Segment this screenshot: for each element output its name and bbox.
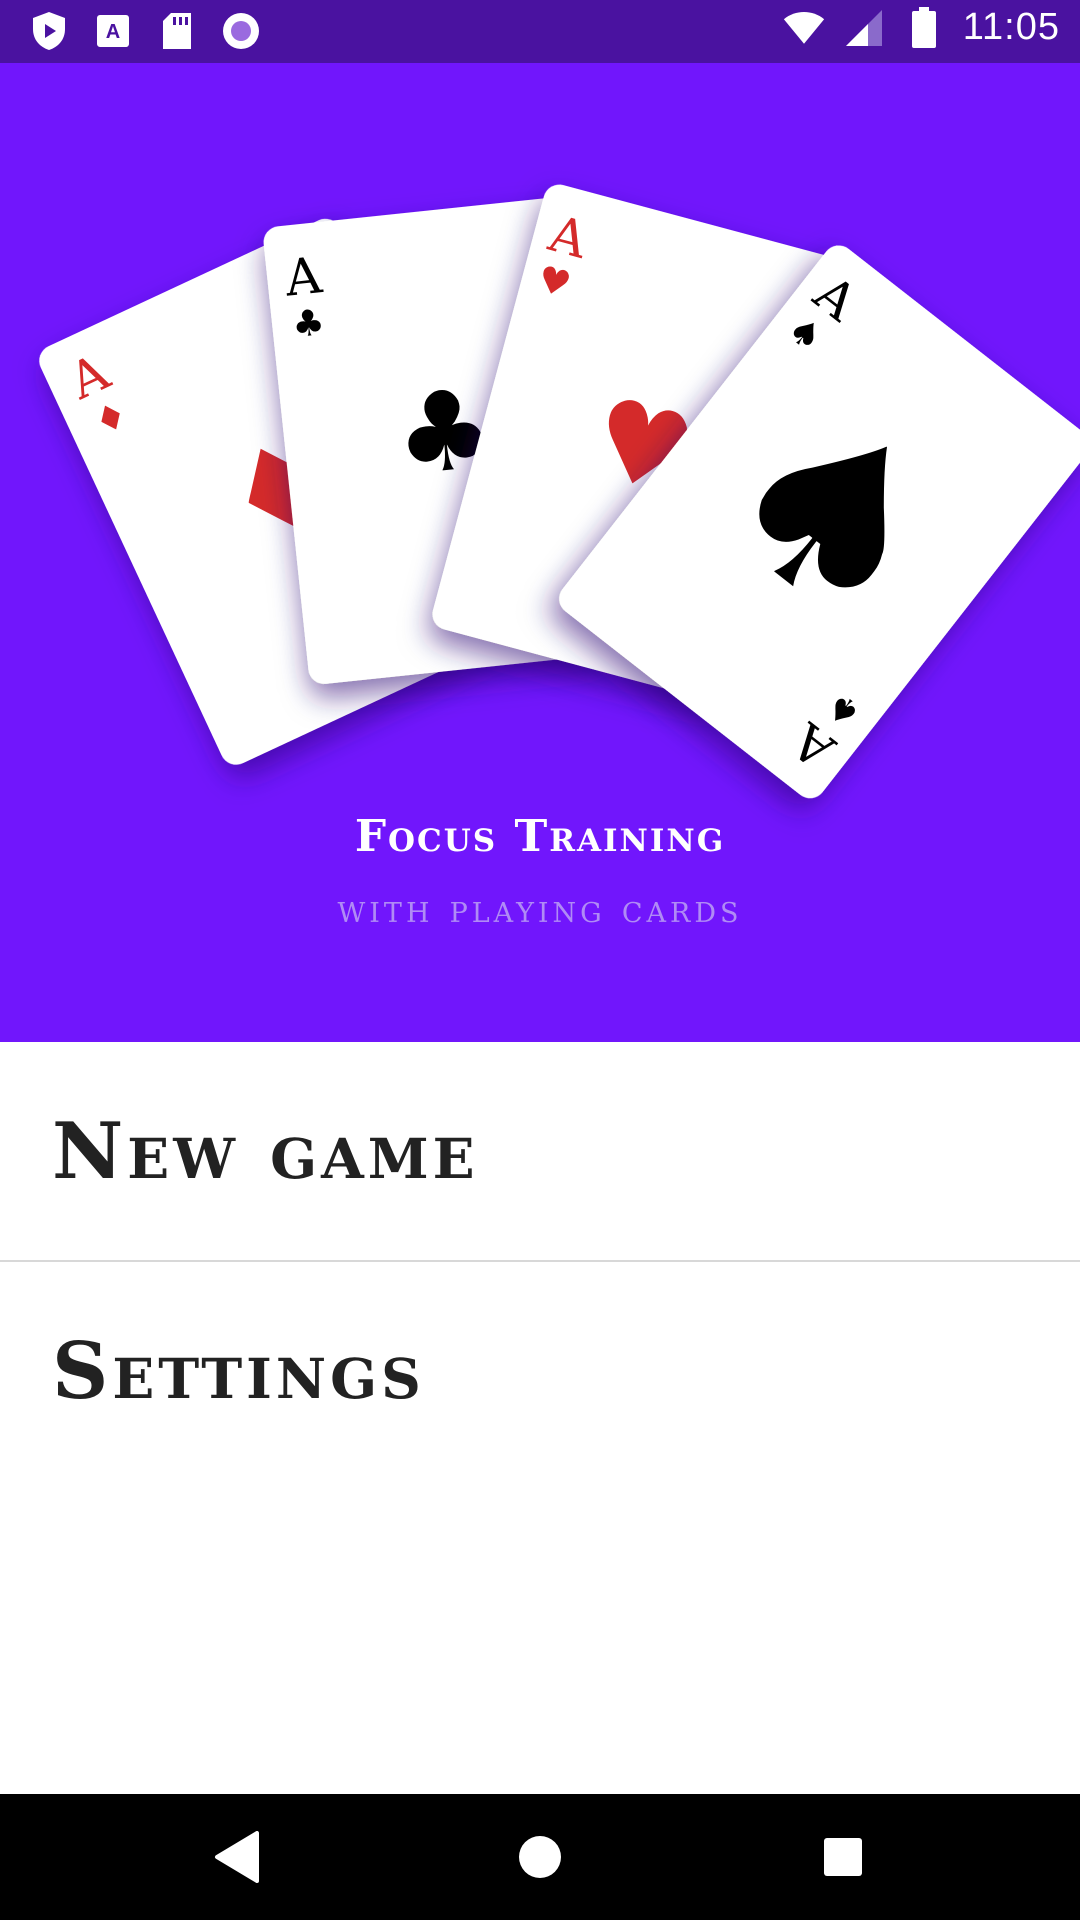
hero-banner: A ♦ ♦ A ♣ ♣ A ♥ ♥ A ♠ ♠ A ♠ Focus Traini… [0,63,1080,1042]
sd-card-icon [156,10,198,52]
signal-icon [843,7,885,49]
back-button[interactable] [174,1794,300,1920]
card-suit-small: ♣ [290,302,326,346]
play-protect-icon [28,10,70,52]
text-a-icon: A [92,10,134,52]
clock: 11:05 [962,6,1060,48]
recents-button[interactable] [780,1794,906,1920]
card-rank: A [281,246,325,308]
recents-icon [824,1838,862,1876]
settings-label: Settings [52,1325,425,1417]
home-button[interactable] [477,1794,603,1920]
back-icon [215,1831,259,1883]
record-icon [220,10,262,52]
home-icon [519,1836,561,1878]
battery-icon [903,6,945,49]
status-bar: A 11:05 [0,0,1080,63]
new-game-label: New game [52,1105,479,1197]
wifi-icon [783,7,825,49]
app-subtitle: with playing cards [337,887,743,931]
svg-text:A: A [106,21,120,43]
settings-button[interactable]: Settings [0,1262,1080,1480]
main-menu: New game Settings [0,1042,1080,1480]
app-title: Focus Training [354,811,726,862]
new-game-button[interactable]: New game [0,1042,1080,1262]
navigation-bar [0,1794,1080,1920]
